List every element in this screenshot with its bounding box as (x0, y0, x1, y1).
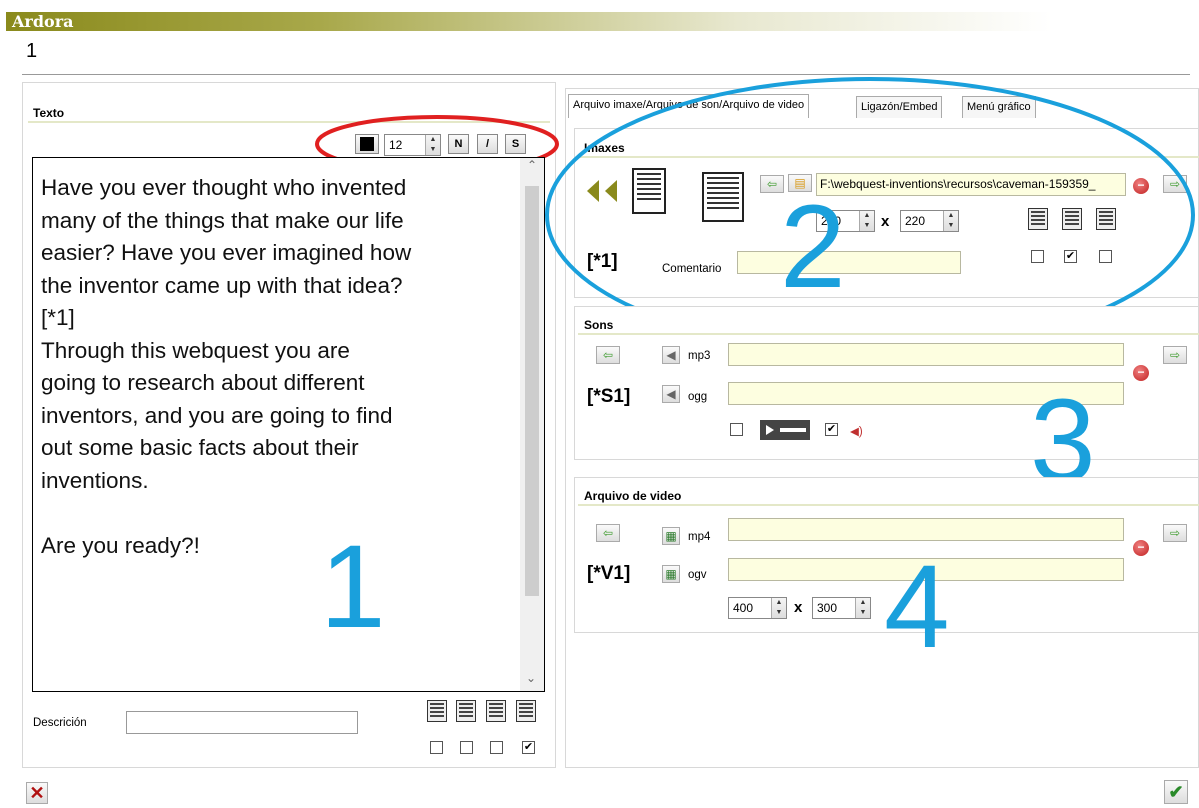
text-line: [*1] (41, 305, 75, 330)
scroll-thumb[interactable] (525, 186, 539, 596)
text-line: going to research about different (41, 370, 365, 395)
annotation-2: 2 (780, 181, 846, 313)
text-content: Have you ever thought who invented many o… (41, 172, 511, 562)
video-next-button[interactable]: ⇨ (1163, 524, 1187, 542)
align-justify-check[interactable]: ✔ (522, 741, 535, 754)
scroll-down-icon[interactable]: ⌄ (526, 671, 536, 685)
mp3-label: mp3 (688, 350, 711, 362)
app-title: Ardora (12, 12, 74, 31)
sound-remove-button[interactable]: − (1133, 365, 1149, 381)
times-sign: x (794, 599, 803, 616)
sound-ogg-icon: ◀ (662, 385, 680, 403)
text-line: Have you ever thought who invented (41, 175, 407, 200)
text-line: out some basic facts about their (41, 435, 359, 460)
cancel-button[interactable]: ✕ (26, 782, 48, 804)
description-input[interactable] (126, 711, 358, 734)
mp3-input[interactable] (728, 343, 1124, 366)
sound-mp3-icon: ◀ (662, 346, 680, 364)
mp4-label: mp4 (688, 531, 711, 543)
video-ref-label: [*V1] (587, 563, 631, 584)
autoplay-check[interactable] (730, 423, 743, 436)
sound-prev-button[interactable]: ⇦ (596, 346, 620, 364)
video-height-stepper[interactable]: 300 ▲ ▼ (812, 597, 871, 619)
description-label: Descrición (33, 717, 87, 729)
video-mp4-icon: ▦ (662, 527, 680, 545)
align-center-check[interactable] (460, 741, 473, 754)
video-prev-button[interactable]: ⇦ (596, 524, 620, 542)
text-line: easier? Have you ever imagined how (41, 240, 412, 265)
align-left-check[interactable] (430, 741, 443, 754)
video-section-title: Arquivo de video (584, 489, 682, 503)
section-line (578, 504, 1199, 506)
sound-next-button[interactable]: ⇨ (1163, 346, 1187, 364)
text-line (41, 497, 511, 530)
align-left-icon[interactable] (427, 700, 447, 722)
text-section-title: Texto (33, 106, 65, 120)
ogv-label: ogv (688, 569, 707, 581)
text-editor[interactable]: Have you ever thought who invented many o… (32, 157, 545, 692)
annotation-1: 1 (320, 521, 386, 653)
page-number: 1 (26, 40, 38, 62)
mp4-input[interactable] (728, 518, 1124, 541)
annotation-4: 4 (884, 541, 950, 673)
text-line: Are you ready?! (41, 532, 200, 558)
sound-ref-label: [*S1] (587, 386, 631, 407)
align-right-icon[interactable] (486, 700, 506, 722)
accept-button[interactable]: ✔ (1164, 780, 1188, 804)
sounds-section-title: Sons (584, 318, 614, 332)
text-line: inventors, and you are going to find (41, 402, 393, 428)
ogg-label: ogg (688, 391, 708, 403)
text-line: Through this webquest you are (41, 337, 350, 363)
video-width-stepper[interactable]: 400 ▲ ▼ (728, 597, 787, 619)
text-line: the inventor came up with that idea? (41, 272, 403, 298)
speaker-icon: ◀) (850, 426, 863, 438)
text-line: many of the things that make our life (41, 207, 404, 233)
video-ogv-icon: ▦ (662, 565, 680, 583)
section-line (578, 333, 1199, 335)
player-bar-icon (760, 420, 810, 440)
align-right-check[interactable] (490, 741, 503, 754)
title-bar: Ardora (6, 12, 1052, 31)
controls-check[interactable]: ✔ (825, 423, 838, 436)
text-line: inventions. (41, 467, 149, 493)
align-justify-icon[interactable] (516, 700, 536, 722)
video-remove-button[interactable]: − (1133, 540, 1149, 556)
align-center-icon[interactable] (456, 700, 476, 722)
